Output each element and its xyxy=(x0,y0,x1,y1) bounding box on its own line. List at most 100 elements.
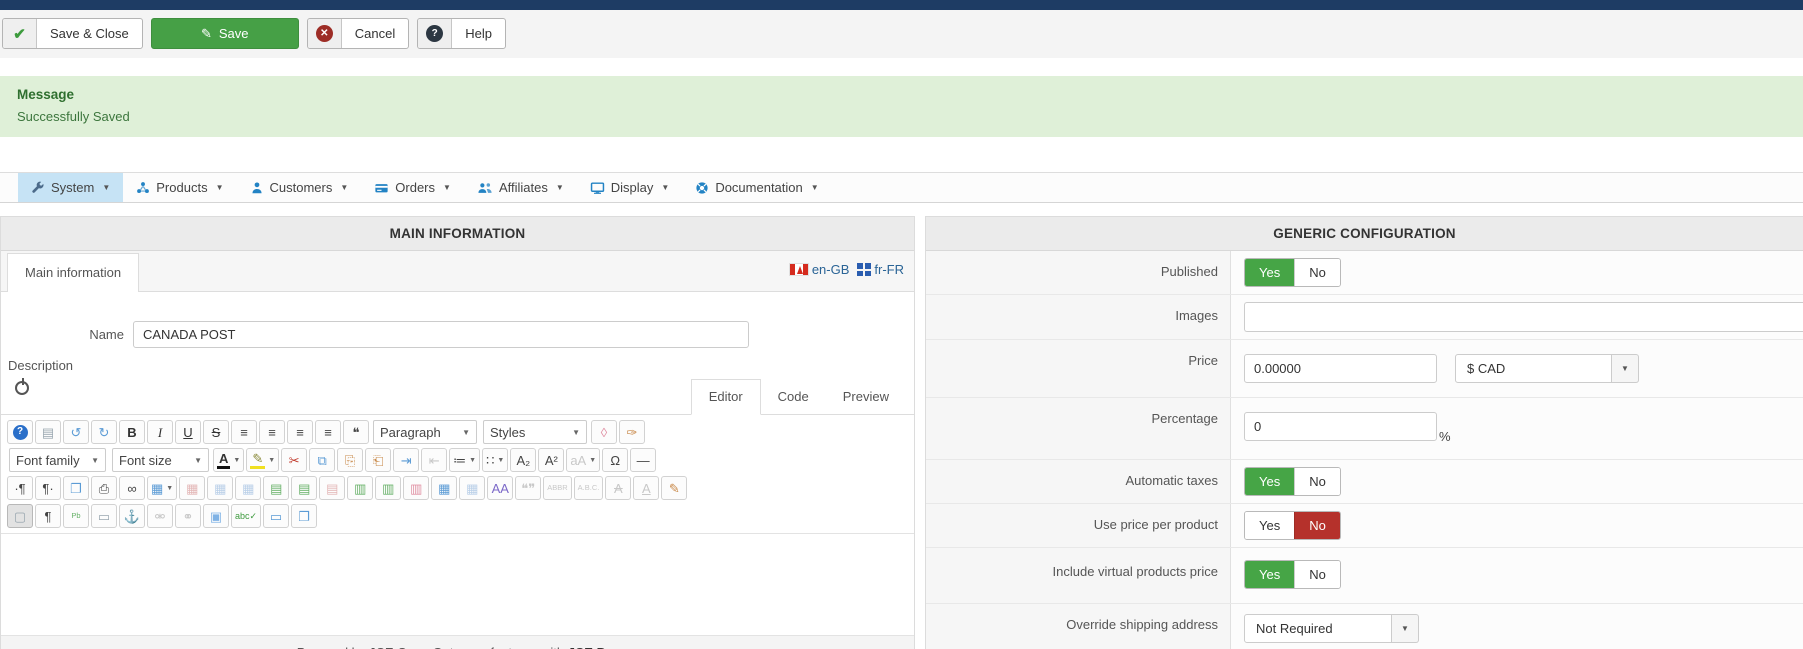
lang-en-gb[interactable]: en-GB xyxy=(788,262,849,277)
bold-icon[interactable]: B xyxy=(119,420,145,444)
menu-item-system[interactable]: System ▼ xyxy=(18,173,124,202)
cleanup-icon[interactable]: ✑ xyxy=(619,420,645,444)
anchor-icon[interactable]: ⚓ xyxy=(119,504,145,528)
fullscreen-icon[interactable]: ❐ xyxy=(63,476,89,500)
citation-icon[interactable]: ❝❞ xyxy=(515,476,542,500)
edit-html-icon[interactable]: ✎ xyxy=(661,476,688,500)
spellcheck-icon[interactable]: abc✓ xyxy=(231,504,262,528)
copy-icon[interactable]: ⧉ xyxy=(309,448,336,472)
horizontal-rule-icon[interactable]: — xyxy=(630,448,657,472)
unlink-icon[interactable]: ⚮ xyxy=(147,504,173,528)
insert-button-icon[interactable]: ▭ xyxy=(91,504,117,528)
justify-full-icon[interactable]: ≡ xyxy=(231,420,257,444)
justify-center-icon[interactable]: ≡ xyxy=(259,420,285,444)
page-break-icon[interactable]: Pb xyxy=(63,504,89,528)
automatic-taxes-yes-button[interactable]: Yes xyxy=(1245,468,1295,495)
image-icon[interactable]: ▣ xyxy=(203,504,229,528)
chevron-down-icon[interactable]: ▼ xyxy=(1392,614,1419,643)
col-insert-before-icon[interactable]: ▥ xyxy=(347,476,374,500)
save-button[interactable]: ✎ Save xyxy=(150,18,299,49)
blockquote-icon[interactable]: ❝ xyxy=(343,420,369,444)
menu-item-documentation[interactable]: Documentation ▼ xyxy=(682,173,831,202)
menu-item-orders[interactable]: Orders ▼ xyxy=(361,173,464,202)
font-family-select[interactable]: Font family ▼ xyxy=(9,448,106,472)
merge-cells-icon[interactable]: ▦ xyxy=(431,476,458,500)
tab-main-information[interactable]: Main information xyxy=(7,253,140,292)
tab-preview[interactable]: Preview xyxy=(826,380,906,414)
layer-icon[interactable]: ▭ xyxy=(263,504,290,528)
subscript-icon[interactable]: A₂ xyxy=(510,448,537,472)
lang-fr-fr[interactable]: fr-FR xyxy=(857,262,904,277)
split-cells-icon[interactable]: ▦ xyxy=(459,476,486,500)
ordered-list-icon[interactable]: ≔ ▼ xyxy=(449,448,481,472)
cut-icon[interactable]: ✂ xyxy=(281,448,308,472)
text-color-icon[interactable]: A ▼ xyxy=(213,448,245,472)
cancel-button[interactable]: ✕ Cancel xyxy=(306,18,410,49)
jce-pro-link[interactable]: JCE Pro xyxy=(568,645,619,649)
row-delete-icon[interactable]: ▤ xyxy=(319,476,346,500)
menu-item-customers[interactable]: Customers ▼ xyxy=(237,173,362,202)
special-character-icon[interactable]: Ω xyxy=(602,448,629,472)
undo-icon[interactable]: ↺ xyxy=(63,420,89,444)
use-price-per-product-yes-button[interactable]: Yes xyxy=(1245,512,1295,539)
outdent-icon[interactable]: ⇤ xyxy=(421,448,448,472)
superscript-icon[interactable]: A² xyxy=(538,448,565,472)
menu-item-display[interactable]: Display ▼ xyxy=(577,173,683,202)
include-virtual-yes-button[interactable]: Yes xyxy=(1245,561,1295,588)
paragraph-ltr-icon[interactable]: ·¶ xyxy=(7,476,33,500)
images-input[interactable] xyxy=(1244,302,1803,332)
tab-code[interactable]: Code xyxy=(761,380,826,414)
paragraph-select[interactable]: Paragraph ▼ xyxy=(373,420,477,444)
print-icon[interactable]: ⎙ xyxy=(91,476,117,500)
eraser-icon[interactable]: ◊ xyxy=(591,420,617,444)
visual-chars-icon[interactable]: AA xyxy=(487,476,514,500)
iframe-icon[interactable]: ❐ xyxy=(291,504,318,528)
published-yes-button[interactable]: Yes xyxy=(1245,259,1295,286)
use-price-per-product-no-button[interactable]: No xyxy=(1294,512,1340,539)
justify-left-icon[interactable]: ≡ xyxy=(287,420,313,444)
case-change-icon[interactable]: aA ▼ xyxy=(566,448,601,472)
include-virtual-no-button[interactable]: No xyxy=(1294,561,1340,588)
paste-icon[interactable]: ⎘ xyxy=(337,448,364,472)
price-input[interactable] xyxy=(1244,354,1437,383)
name-input[interactable] xyxy=(133,321,749,348)
table-row-properties-icon[interactable]: ▦ xyxy=(207,476,234,500)
font-size-select[interactable]: Font size ▼ xyxy=(112,448,209,472)
menu-item-affiliates[interactable]: Affiliates ▼ xyxy=(464,173,577,202)
published-no-button[interactable]: No xyxy=(1294,259,1340,286)
help-button[interactable]: ? Help xyxy=(417,18,506,49)
justify-right-icon[interactable]: ≡ xyxy=(315,420,341,444)
highlight-color-icon[interactable]: ✎ ▼ xyxy=(246,448,280,472)
show-invisible-icon[interactable]: ¶ xyxy=(35,504,61,528)
paste-text-icon[interactable]: ⎗ xyxy=(365,448,392,472)
bullet-list-icon[interactable]: ∷ ▼ xyxy=(482,448,509,472)
ins-icon[interactable]: A xyxy=(633,476,660,500)
table-cell-properties-icon[interactable]: ▦ xyxy=(235,476,262,500)
delete-table-icon[interactable]: ▦ xyxy=(179,476,206,500)
automatic-taxes-no-button[interactable]: No xyxy=(1294,468,1340,495)
new-document-icon[interactable]: ▤ xyxy=(35,420,61,444)
editor-content-area[interactable] xyxy=(1,533,914,636)
col-delete-icon[interactable]: ▥ xyxy=(403,476,430,500)
currency-select[interactable]: $ CAD ▼ xyxy=(1455,354,1639,383)
menu-item-products[interactable]: Products ▼ xyxy=(123,173,236,202)
help-icon[interactable]: ? xyxy=(7,420,33,444)
indent-icon[interactable]: ⇥ xyxy=(393,448,420,472)
row-insert-before-icon[interactable]: ▤ xyxy=(263,476,290,500)
find-replace-icon[interactable]: ∞ xyxy=(119,476,145,500)
override-shipping-address-select[interactable]: Not Required ▼ xyxy=(1244,614,1419,643)
strikethrough-icon[interactable]: S xyxy=(203,420,229,444)
row-insert-after-icon[interactable]: ▤ xyxy=(291,476,318,500)
col-insert-after-icon[interactable]: ▥ xyxy=(375,476,402,500)
styles-select[interactable]: Styles ▼ xyxy=(483,420,587,444)
underline-icon[interactable]: U xyxy=(175,420,201,444)
link-icon[interactable]: ⚭ xyxy=(175,504,201,528)
acronym-icon[interactable]: A.B.C. xyxy=(573,476,604,500)
redo-icon[interactable]: ↻ xyxy=(91,420,117,444)
table-icon[interactable]: ▦ ▼ xyxy=(147,476,178,500)
save-close-button[interactable]: ✔ Save & Close xyxy=(2,18,143,49)
paragraph-rtl-icon[interactable]: ¶· xyxy=(35,476,61,500)
del-icon[interactable]: A xyxy=(605,476,632,500)
visual-aid-icon[interactable]: ▢ xyxy=(7,504,33,528)
chevron-down-icon[interactable]: ▼ xyxy=(1612,354,1639,383)
